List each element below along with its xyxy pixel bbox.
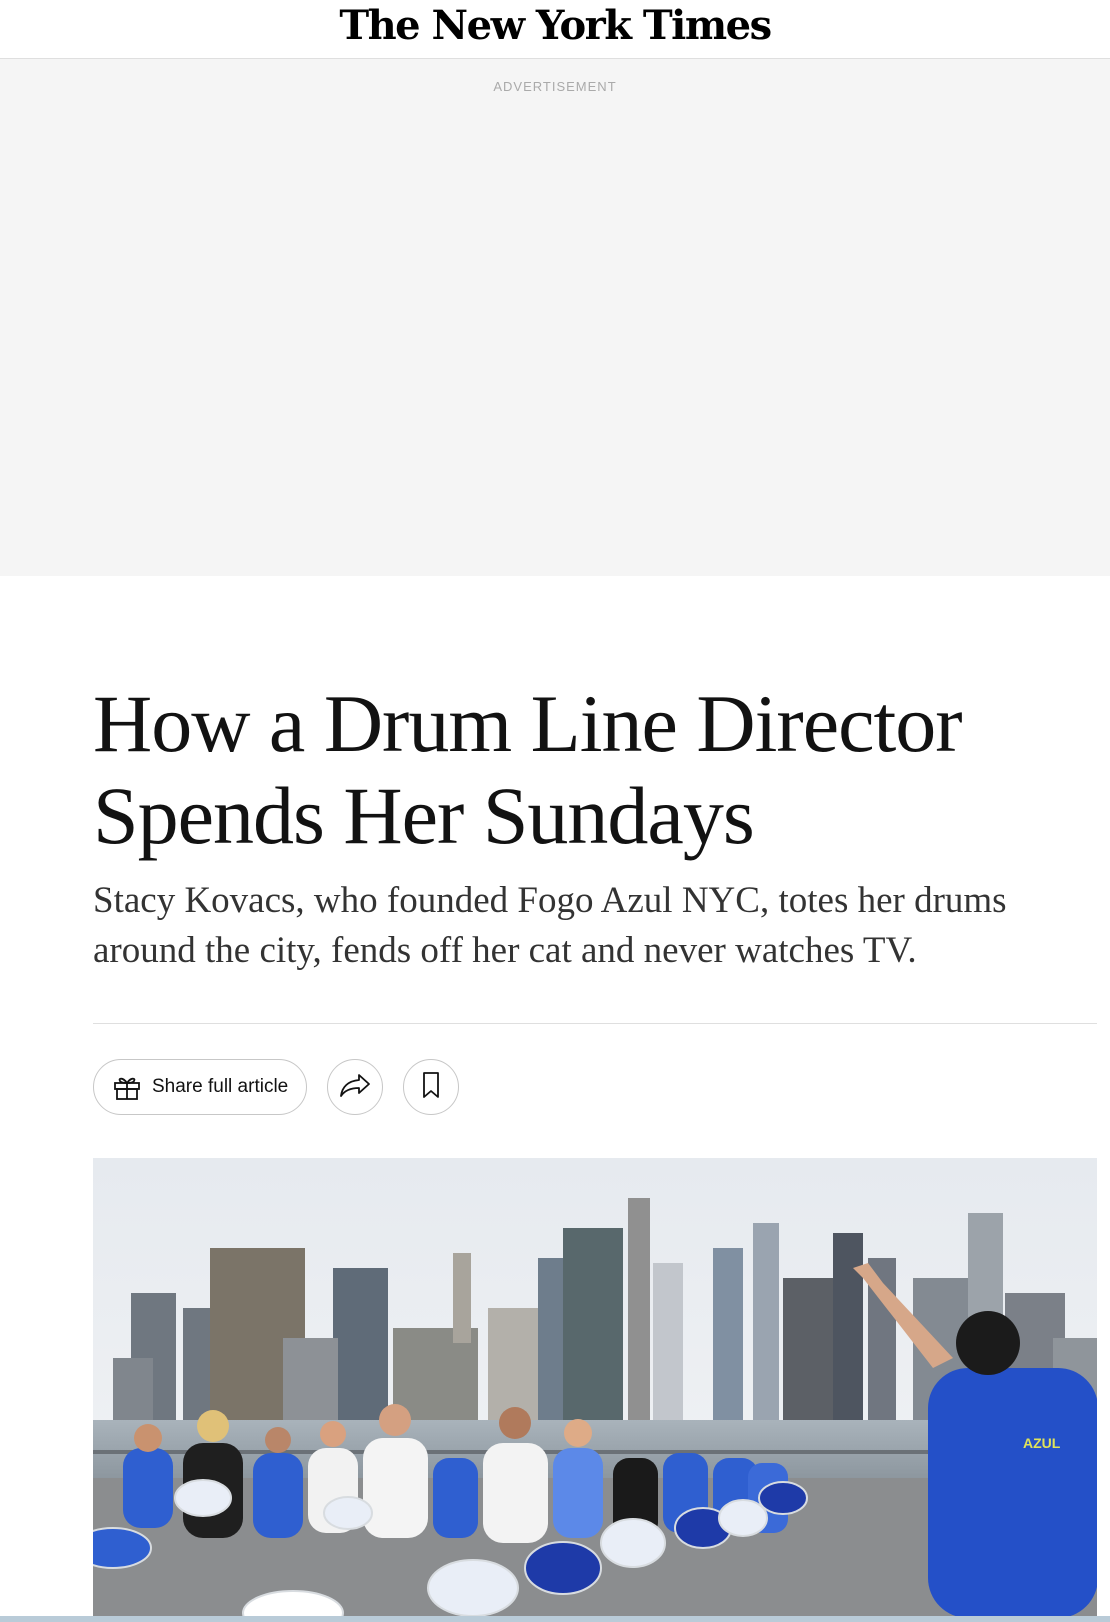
masthead: The New York Times [0, 0, 1110, 59]
lead-photo[interactable]: AZUL [93, 1158, 1097, 1618]
article-headline: How a Drum Line Director Spends Her Sunda… [93, 678, 1053, 862]
share-full-article-label: Share full article [152, 1076, 289, 1097]
advertisement-slot: ADVERTISEMENT [0, 59, 1110, 576]
bookmark-icon [421, 1071, 441, 1104]
share-button[interactable] [327, 1059, 384, 1115]
save-button[interactable] [403, 1059, 460, 1115]
share-full-article-button[interactable]: Share full article [93, 1059, 308, 1115]
share-arrow-icon [339, 1072, 371, 1103]
nyt-logo[interactable]: The New York Times [0, 4, 1110, 48]
advertisement-label: ADVERTISEMENT [493, 79, 617, 94]
article-summary: Stacy Kovacs, who founded Fogo Azul NYC,… [93, 880, 1007, 971]
headline-line-1: How a Drum Line Director [93, 678, 963, 769]
bottom-strip [0, 1616, 1110, 1622]
share-toolbar: Share full article [93, 1058, 479, 1116]
divider [93, 1023, 1097, 1024]
gift-icon [112, 1072, 142, 1102]
lead-photo-illustration: AZUL [93, 1158, 1097, 1618]
headline-line-2: Spends Her Sundays [93, 770, 755, 861]
svg-text:AZUL: AZUL [1023, 1435, 1061, 1451]
